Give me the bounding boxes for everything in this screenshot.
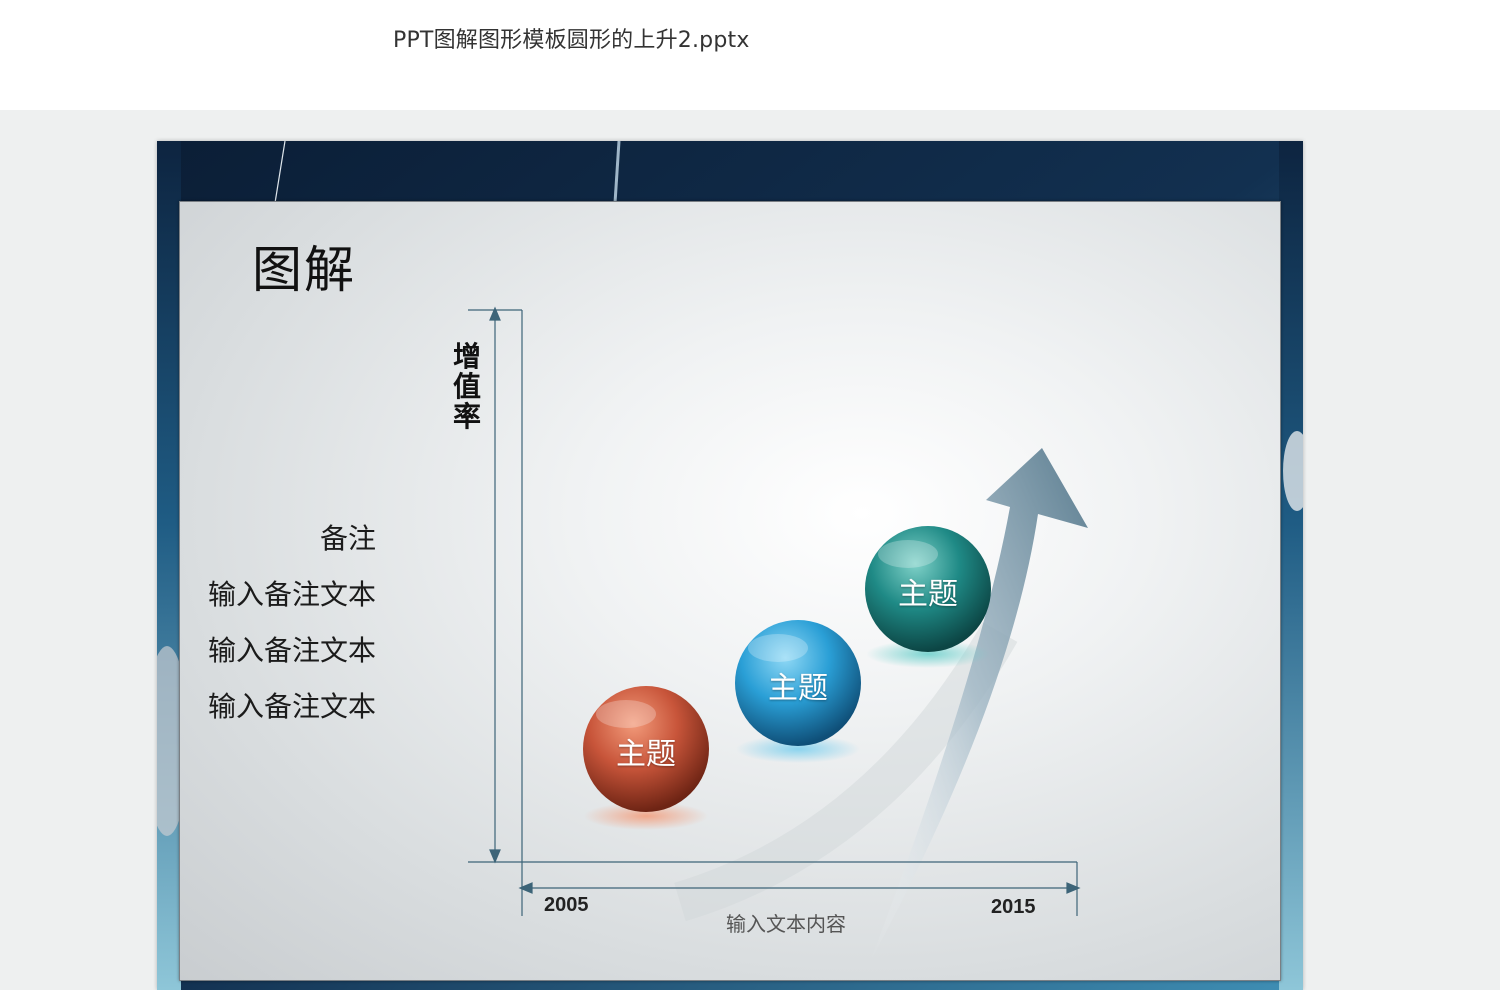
notes-heading: 备注 xyxy=(319,522,376,555)
note-line-3: 输入备注文本 xyxy=(208,690,377,723)
file-title: PPT图解图形模板圆形的上升2.pptx xyxy=(393,28,750,53)
x-axis-caption: 输入文本内容 xyxy=(726,912,846,936)
y-axis-label: 增值率 xyxy=(452,340,481,433)
content-panel: 图解 增值率 备注 输入备注文本 输入备注文本 输入备注文本 主题 主题 主题 … xyxy=(179,201,1281,981)
x-axis-end-label: 2015 xyxy=(991,896,1036,918)
sphere-2-label: 主题 xyxy=(768,671,828,706)
notes-block: 备注 输入备注文本 输入备注文本 输入备注文本 xyxy=(208,517,418,741)
sphere-1-label: 主题 xyxy=(616,737,676,772)
note-line-1: 输入备注文本 xyxy=(208,578,377,611)
x-axis-start-label: 2005 xyxy=(544,894,589,916)
rising-arrow xyxy=(870,448,1088,962)
note-line-2: 输入备注文本 xyxy=(208,634,377,667)
slide-frame[interactable]: 图解 增值率 备注 输入备注文本 输入备注文本 输入备注文本 主题 主题 主题 … xyxy=(157,141,1303,990)
slide-title: 图解 xyxy=(252,241,356,299)
sphere-3-label: 主题 xyxy=(898,577,958,612)
top-bar: PPT图解图形模板圆形的上升2.pptx xyxy=(0,0,1500,110)
